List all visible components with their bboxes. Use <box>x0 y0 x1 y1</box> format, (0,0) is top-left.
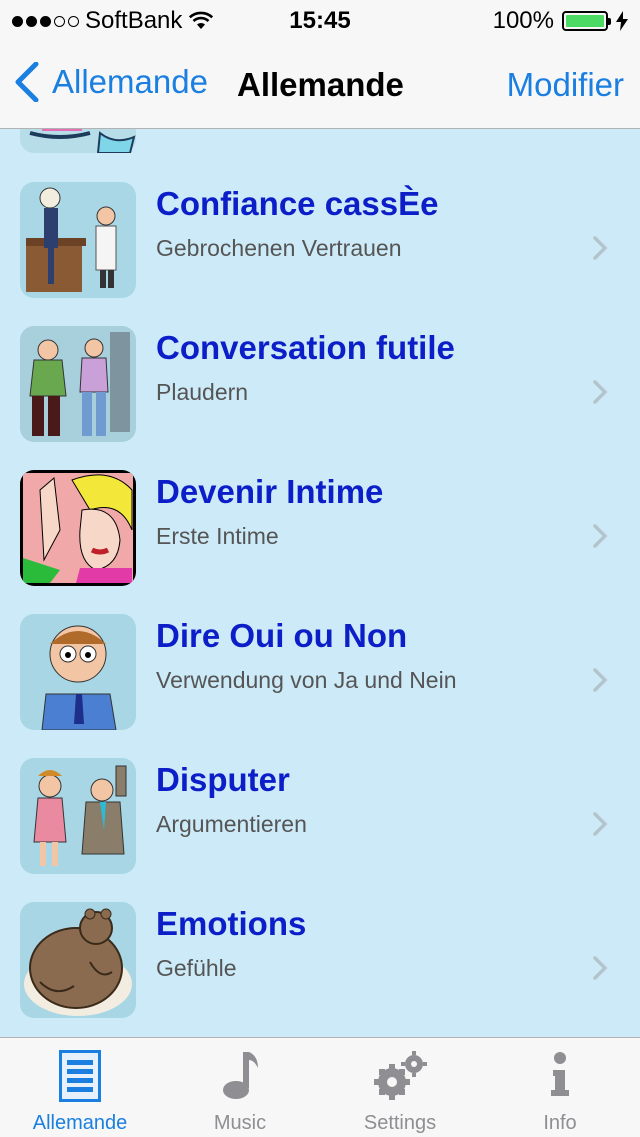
list-icon <box>59 1050 101 1102</box>
topic-list[interactable]: Confiance cassÈe Gebrochenen Vertrauen C… <box>0 129 640 1037</box>
list-item[interactable]: Devenir Intime Erste Intime <box>0 470 640 614</box>
tab-label: Settings <box>363 1112 437 1134</box>
tab-label: Music <box>213 1112 267 1134</box>
chatting-people-image <box>20 326 136 442</box>
row-title: Disputer <box>156 761 290 798</box>
list-item[interactable]: Disputer Argumentieren <box>0 758 640 902</box>
gears-icon <box>374 1051 427 1100</box>
page-title: Allemande <box>237 66 404 103</box>
row-subtitle: Plaudern <box>156 379 249 405</box>
status-bar: SoftBank 15:45 100% <box>0 0 640 40</box>
navigation-bar: Allemande Allemande Modifier <box>0 40 640 129</box>
tab-settings[interactable]: Settings <box>320 1038 480 1137</box>
tab-info[interactable]: Info <box>480 1038 640 1137</box>
tab-music[interactable]: Music <box>160 1038 320 1137</box>
row-subtitle: Gebrochenen Vertrauen <box>156 235 402 261</box>
battery-group: 100% <box>493 7 628 35</box>
list-item[interactable]: Dire Oui ou Non Verwendung von Ja und Ne… <box>0 614 640 758</box>
row-subtitle: Gefühle <box>156 955 237 981</box>
back-label: Allemande <box>52 63 208 100</box>
row-title: Devenir Intime <box>156 473 384 510</box>
arguing-couple-image <box>20 758 136 874</box>
row-subtitle: Argumentieren <box>156 811 307 837</box>
tab-label: Info <box>543 1112 577 1134</box>
tab-label: Allemande <box>32 1112 128 1134</box>
list-item[interactable]: Emotions Gefühle <box>0 902 640 1037</box>
chevron-right-icon <box>593 236 608 260</box>
previous-row-image <box>20 129 136 153</box>
chevron-right-icon <box>593 956 608 980</box>
row-title: Dire Oui ou Non <box>156 617 408 654</box>
battery-percent: 100% <box>492 7 554 34</box>
row-title: Emotions <box>156 905 307 942</box>
chevron-right-icon <box>593 524 608 548</box>
chevron-right-icon <box>593 668 608 692</box>
list-item[interactable]: Conversation futile Plaudern <box>0 326 640 470</box>
info-icon <box>551 1052 569 1096</box>
music-note-icon <box>223 1052 258 1099</box>
edit-button[interactable]: Modifier <box>507 66 624 104</box>
back-button[interactable]: Allemande <box>14 62 208 102</box>
list-item[interactable]: Confiance cassÈe Gebrochenen Vertrauen <box>0 182 640 326</box>
tab-bar: Allemande Music Settings Info <box>0 1037 640 1137</box>
charging-bolt-icon <box>616 11 628 31</box>
chevron-right-icon <box>593 380 608 404</box>
row-title: Conversation futile <box>156 329 455 366</box>
tab-allemande[interactable]: Allemande <box>0 1038 160 1137</box>
woman-face-image <box>20 470 136 586</box>
row-title: Confiance cassÈe <box>156 185 439 222</box>
row-subtitle: Verwendung von Ja und Nein <box>156 667 457 693</box>
chevron-right-icon <box>593 812 608 836</box>
thinking-man-image <box>20 614 136 730</box>
row-subtitle: Erste Intime <box>156 523 279 549</box>
chevron-left-icon <box>15 62 39 102</box>
battery-icon <box>562 11 611 31</box>
skeleton-doctor-image <box>20 182 136 298</box>
bear-image <box>20 902 136 1018</box>
